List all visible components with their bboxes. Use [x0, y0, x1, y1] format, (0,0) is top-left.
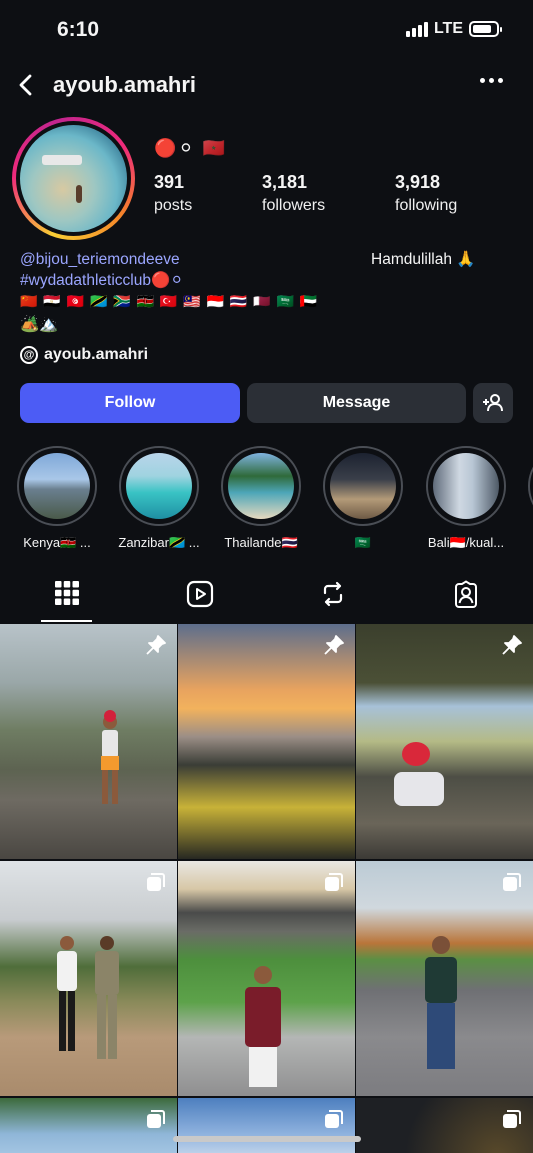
- profile-header: ayoub.amahri: [0, 62, 533, 110]
- post-thumbnail[interactable]: [0, 861, 177, 1096]
- message-button[interactable]: Message: [247, 383, 466, 423]
- post-thumbnail[interactable]: [178, 1098, 355, 1153]
- multi-post-icon: [503, 1110, 521, 1128]
- pin-icon: [146, 635, 166, 655]
- story-ring[interactable]: [12, 117, 135, 240]
- tab-grid[interactable]: [0, 580, 133, 624]
- post-thumbnail[interactable]: [0, 1098, 177, 1153]
- multi-post-icon: [147, 873, 165, 891]
- bio-text-right: Hamdulillah 🙏: [371, 251, 476, 268]
- highlight-label: 🇸🇦: [354, 535, 372, 550]
- stat-value: 3,918: [395, 172, 441, 192]
- bio: @bijou_teriemondeeve Hamdulillah 🙏 #wyda…: [20, 249, 520, 335]
- person-figure: [101, 710, 119, 804]
- tab-tagged[interactable]: [399, 580, 532, 624]
- pin-icon: [324, 635, 344, 655]
- story-highlights: Kenya🇰🇪 ... Zanzibar🇹🇿 ... Thailande🇹🇭 🇸…: [0, 446, 533, 556]
- battery-icon: [469, 21, 502, 37]
- grid-icon: [54, 581, 79, 605]
- reels-icon: [186, 580, 213, 608]
- pin-icon: [502, 635, 522, 655]
- bio-flags: 🇨🇳 🇪🇬 🇹🇳 🇹🇿 🇿🇦 🇰🇪 🇹🇷 🇲🇾 🇮🇩 🇹🇭 🇶🇦 🇸🇦 🇦🇪: [20, 293, 319, 309]
- highlight-label: Kenya🇰🇪 ...: [23, 535, 91, 550]
- highlight-item[interactable]: Bali🇮🇩/kual...: [426, 446, 506, 551]
- avatar: [20, 125, 127, 232]
- status-bar: 6:10 LTE: [0, 0, 533, 60]
- threads-icon: @: [20, 346, 38, 364]
- highlight-item[interactable]: Kenya🇰🇪 ...: [17, 446, 97, 551]
- header-username: ayoub.amahri: [53, 72, 197, 97]
- person-figure: [245, 966, 281, 1087]
- highlight-label: Bali🇮🇩/kual...: [427, 535, 505, 550]
- person-figure: [425, 936, 457, 1069]
- bio-emojis: 🏕️🏔️: [20, 316, 59, 333]
- profile-badges: 🔴⚪ 🇲🇦: [154, 138, 227, 158]
- threads-link[interactable]: @ ayoub.amahri: [20, 346, 148, 364]
- post-thumbnail[interactable]: [0, 624, 177, 859]
- highlight-label: Zanzibar🇹🇿 ...: [118, 535, 200, 550]
- multi-post-icon: [325, 873, 343, 891]
- bio-hashtag-link[interactable]: #wydadathleticclub🔴⚪: [20, 270, 520, 291]
- stat-following[interactable]: 3,918 following: [395, 172, 457, 215]
- tab-reels[interactable]: [133, 580, 266, 624]
- active-tab-indicator: [41, 620, 92, 622]
- stat-followers[interactable]: 3,181 followers: [262, 172, 325, 215]
- multi-post-icon: [147, 1110, 165, 1128]
- tagged-icon: [454, 580, 477, 608]
- multi-post-icon: [325, 1110, 343, 1128]
- stat-value: 3,181: [262, 172, 308, 192]
- highlight-label: Thailande🇹🇭: [224, 535, 298, 550]
- highlight-item[interactable]: Thailande🇹🇭: [221, 446, 301, 551]
- add-person-icon: [483, 394, 503, 412]
- stat-label: following: [395, 197, 458, 214]
- post-thumbnail[interactable]: [356, 1098, 533, 1153]
- person-figure: [394, 742, 444, 806]
- stat-posts[interactable]: 391 posts: [154, 172, 192, 215]
- more-options-icon[interactable]: [480, 78, 503, 83]
- post-thumbnail[interactable]: [356, 624, 533, 859]
- threads-handle: ayoub.amahri: [44, 346, 149, 363]
- post-thumbnail[interactable]: [356, 861, 533, 1096]
- highlight-item[interactable]: 🇸🇦: [323, 446, 403, 551]
- highlight-item[interactable]: Zanzibar🇹🇿 ...: [118, 446, 200, 551]
- multi-post-icon: [503, 873, 521, 891]
- follow-button[interactable]: Follow: [20, 383, 240, 423]
- tab-reposts[interactable]: [266, 580, 399, 624]
- status-time: 6:10: [57, 18, 100, 41]
- stat-label: posts: [154, 197, 193, 214]
- back-arrow-icon[interactable]: [14, 72, 40, 98]
- stat-label: followers: [262, 197, 326, 214]
- add-person-button[interactable]: [473, 383, 513, 423]
- home-indicator[interactable]: [173, 1136, 361, 1142]
- signal-icon: [405, 21, 428, 37]
- post-thumbnail[interactable]: [178, 861, 355, 1096]
- post-thumbnail[interactable]: [178, 624, 355, 859]
- status-right: LTE: [405, 20, 502, 38]
- network-label: LTE: [433, 20, 463, 37]
- people-figures: [57, 936, 119, 1059]
- profile-tabs: [0, 570, 533, 624]
- stat-value: 391: [154, 172, 185, 192]
- highlight-item[interactable]: [528, 446, 533, 526]
- repost-icon: [323, 581, 342, 607]
